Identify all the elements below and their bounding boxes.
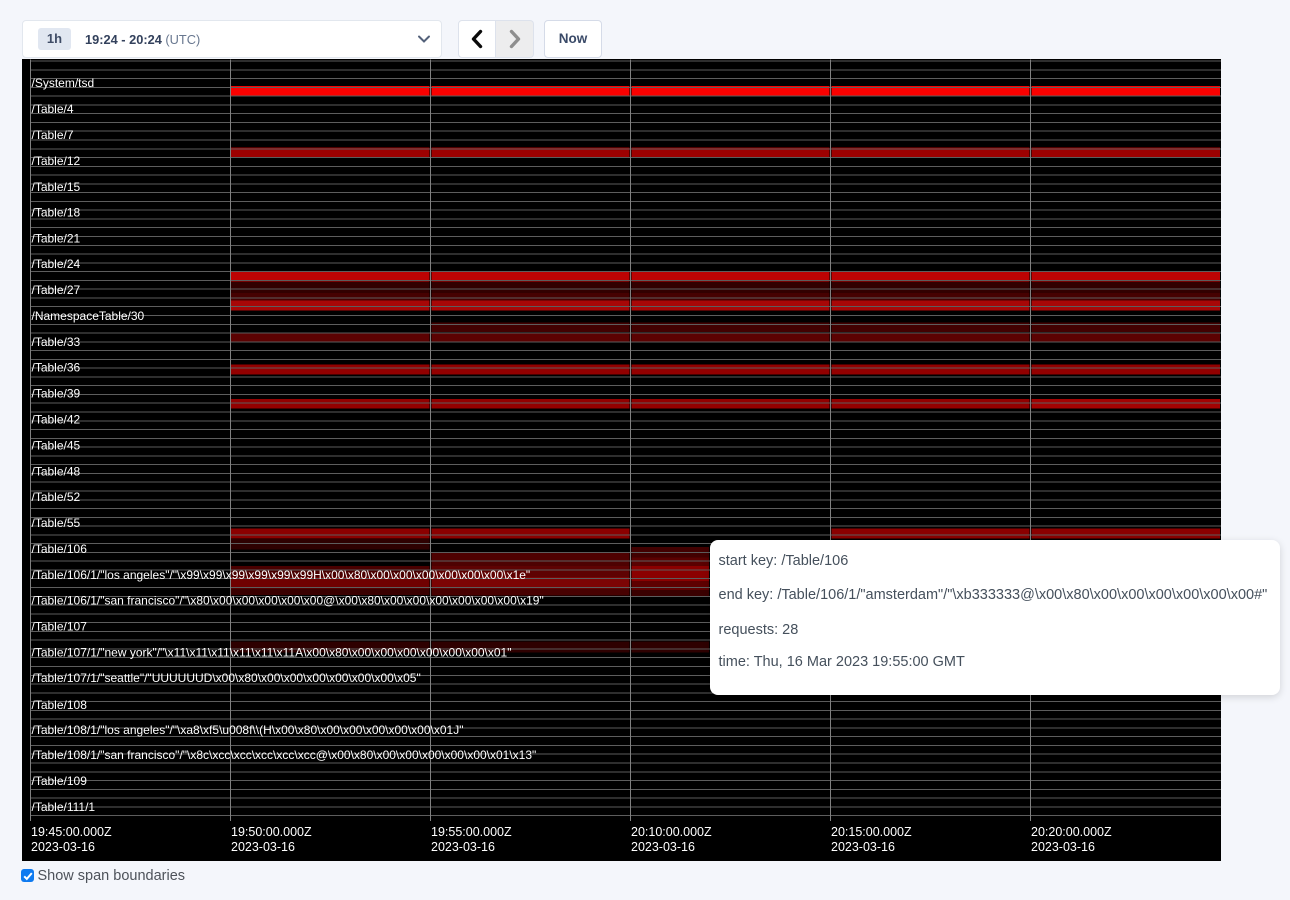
svg-text:/Table/24: /Table/24 (32, 257, 81, 271)
svg-text:2023-03-16: 2023-03-16 (431, 840, 495, 854)
svg-text:/Table/48: /Table/48 (32, 465, 81, 479)
svg-text:20:10:00.000Z: 20:10:00.000Z (631, 825, 712, 839)
svg-text:/Table/111/1: /Table/111/1 (32, 800, 96, 814)
svg-text:/Table/107/1/"seattle"/"UUUUUU: /Table/107/1/"seattle"/"UUUUUUD\x00\x80\… (32, 671, 421, 685)
svg-text:/Table/108/1/"los angeles"/"\x: /Table/108/1/"los angeles"/"\xa8\xf5\u00… (32, 723, 464, 737)
svg-text:/Table/42: /Table/42 (32, 413, 81, 427)
svg-text:2023-03-16: 2023-03-16 (831, 840, 895, 854)
svg-text:/Table/15: /Table/15 (32, 180, 81, 194)
svg-text:/Table/108/1/"san francisco"/": /Table/108/1/"san francisco"/"\x8c\xcc\x… (32, 748, 537, 762)
svg-text:/Table/52: /Table/52 (32, 490, 81, 504)
svg-text:/Table/106: /Table/106 (32, 542, 88, 556)
svg-text:/Table/33: /Table/33 (32, 335, 81, 349)
svg-text:/Table/107: /Table/107 (32, 620, 88, 634)
svg-text:/Table/4: /Table/4 (32, 102, 74, 116)
svg-text:/Table/106/1/"los angeles"/"\x: /Table/106/1/"los angeles"/"\x99\x99\x99… (32, 568, 531, 582)
svg-text:/Table/27: /Table/27 (32, 283, 81, 297)
svg-text:2023-03-16: 2023-03-16 (1031, 840, 1095, 854)
svg-text:/Table/21: /Table/21 (32, 231, 81, 245)
svg-text:19:55:00.000Z: 19:55:00.000Z (431, 825, 512, 839)
svg-text:/Table/108: /Table/108 (32, 698, 88, 712)
svg-text:/Table/106/1/"san francisco"/": /Table/106/1/"san francisco"/"\x80\x00\x… (32, 594, 544, 608)
svg-text:19:50:00.000Z: 19:50:00.000Z (231, 825, 312, 839)
svg-text:/Table/109: /Table/109 (32, 774, 88, 788)
svg-text:/Table/12: /Table/12 (32, 154, 81, 168)
svg-text:/Table/107/1/"new york"/"\x11\: /Table/107/1/"new york"/"\x11\x11\x11\x1… (32, 645, 512, 659)
svg-text:2023-03-16: 2023-03-16 (31, 840, 95, 854)
svg-text:/Table/36: /Table/36 (32, 361, 81, 375)
svg-text:/Table/7: /Table/7 (32, 128, 74, 142)
svg-text:/Table/55: /Table/55 (32, 516, 81, 530)
svg-text:2023-03-16: 2023-03-16 (231, 840, 295, 854)
svg-text:/System/tsd: /System/tsd (32, 76, 95, 90)
svg-text:/Table/39: /Table/39 (32, 386, 81, 400)
svg-text:/NamespaceTable/30: /NamespaceTable/30 (32, 309, 145, 323)
svg-text:/Table/45: /Table/45 (32, 439, 81, 453)
svg-text:20:20:00.000Z: 20:20:00.000Z (1031, 825, 1112, 839)
svg-text:19:45:00.000Z: 19:45:00.000Z (31, 825, 112, 839)
svg-text:/Table/18: /Table/18 (32, 206, 81, 220)
svg-text:2023-03-16: 2023-03-16 (631, 840, 695, 854)
svg-text:20:15:00.000Z: 20:15:00.000Z (831, 825, 912, 839)
